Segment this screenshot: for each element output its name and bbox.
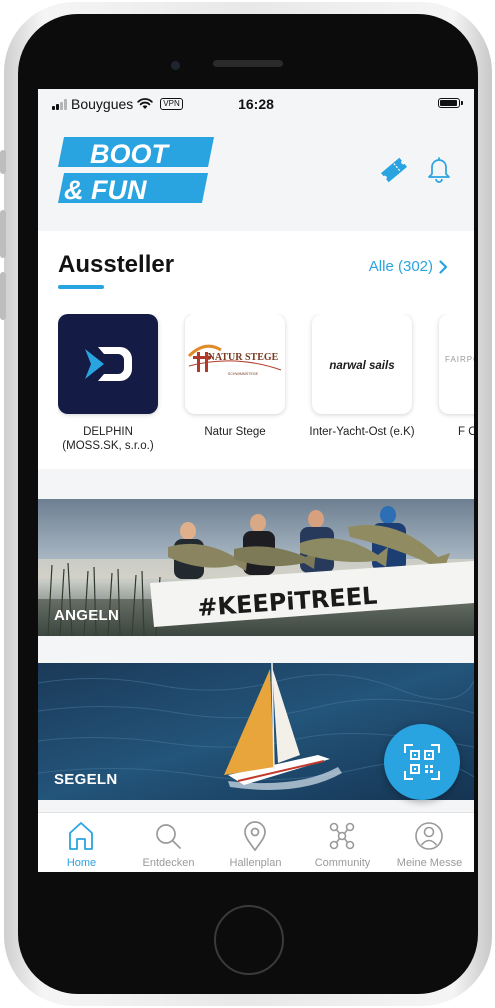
- exhibitor-card-fairport[interactable]: FAIRPO F Out: [434, 314, 474, 439]
- logo-line1: BOOT: [90, 139, 171, 169]
- exhibitors-section: Aussteller Alle (302) DELPHIN (MOSS.SK, …: [38, 231, 474, 469]
- home-icon: [69, 822, 93, 850]
- exhibitor-card-inter-yacht-ost[interactable]: narwal sails Inter-Yacht-Ost (e.K): [307, 314, 417, 439]
- volume-up-button: [0, 210, 6, 258]
- qr-scan-button[interactable]: [384, 724, 460, 800]
- app-screen: Bouygues VPN 16:28 BOOT & FUN Aussteller…: [38, 89, 474, 872]
- profile-icon: [415, 822, 443, 850]
- exhibitor-card-delphin[interactable]: DELPHIN (MOSS.SK, s.r.o.): [58, 314, 163, 453]
- status-bar: Bouygues VPN 16:28: [38, 89, 474, 117]
- home-button[interactable]: [214, 905, 284, 975]
- natur-stege-logo-icon: NATUR STEGE SCHWIMMSTEGE: [187, 344, 282, 376]
- volume-down-button: [0, 272, 6, 320]
- tab-label: Community: [314, 857, 371, 869]
- front-camera: [171, 61, 180, 70]
- exhibitor-carousel[interactable]: DELPHIN (MOSS.SK, s.r.o.) NATUR STEGE SC…: [58, 314, 474, 464]
- see-all-exhibitors-link[interactable]: Alle (302): [369, 258, 448, 275]
- tab-home[interactable]: Home: [38, 813, 125, 872]
- qr-code-icon: [404, 744, 440, 780]
- exhibitor-logo: narwal sails: [312, 314, 412, 414]
- bell-icon[interactable]: [426, 155, 452, 183]
- tab-label: Meine Messe: [396, 857, 463, 869]
- exhibitor-name: Natur Stege: [204, 426, 266, 438]
- see-all-label: Alle (302): [368, 258, 433, 275]
- exhibitor-logo: [58, 314, 158, 414]
- exhibitor-name: F Out: [458, 426, 474, 438]
- mute-switch: [0, 150, 6, 174]
- app-header: BOOT & FUN: [38, 117, 474, 225]
- tab-label: Home: [66, 857, 97, 869]
- fairport-logo-icon: FAIRPO: [445, 355, 474, 364]
- network-icon: [329, 822, 355, 850]
- earpiece-speaker: [213, 60, 283, 67]
- exhibitor-logo: NATUR STEGE SCHWIMMSTEGE: [185, 314, 285, 414]
- tab-label: Entdecken: [142, 857, 195, 869]
- logo-line2: & FUN: [64, 175, 147, 203]
- exhibitor-name: DELPHIN (MOSS.SK, s.r.o.): [62, 426, 154, 452]
- banner-label: ANGELN: [54, 607, 120, 624]
- section-title: Aussteller: [58, 251, 175, 278]
- exhibitor-logo: FAIRPO: [439, 314, 474, 414]
- banner-angeln[interactable]: #KEEPiTREEL ANGELN: [38, 499, 474, 636]
- natur-stege-logo-sub: SCHWIMMSTEGE: [228, 372, 259, 376]
- battery-icon: [438, 98, 463, 108]
- title-underline: [58, 285, 104, 289]
- fairport-logo-text: FAIRPO: [445, 355, 474, 364]
- location-pin-icon: [244, 821, 266, 852]
- status-time: 16:28: [238, 96, 274, 112]
- bottom-tab-bar: Home Entdecken Hallenplan Community Mein…: [38, 812, 474, 872]
- tab-meine-messe[interactable]: Meine Messe: [386, 813, 473, 872]
- tab-entdecken[interactable]: Entdecken: [125, 813, 212, 872]
- tab-label: Hallenplan: [229, 857, 282, 869]
- tab-hallenplan[interactable]: Hallenplan: [212, 813, 299, 872]
- boot-fun-logo[interactable]: BOOT & FUN: [58, 137, 214, 203]
- delphin-logo-icon: [85, 347, 132, 381]
- tab-community[interactable]: Community: [299, 813, 386, 872]
- banner-label: SEGELN: [54, 771, 118, 788]
- ticket-icon[interactable]: [379, 155, 409, 185]
- narwal-sails-logo-icon: narwal sails: [329, 360, 394, 372]
- exhibitor-card-natur-stege[interactable]: NATUR STEGE SCHWIMMSTEGE Natur Stege: [180, 314, 290, 439]
- chevron-right-icon: [439, 259, 448, 274]
- exhibitor-name: Inter-Yacht-Ost (e.K): [309, 426, 415, 438]
- search-icon: [156, 824, 181, 849]
